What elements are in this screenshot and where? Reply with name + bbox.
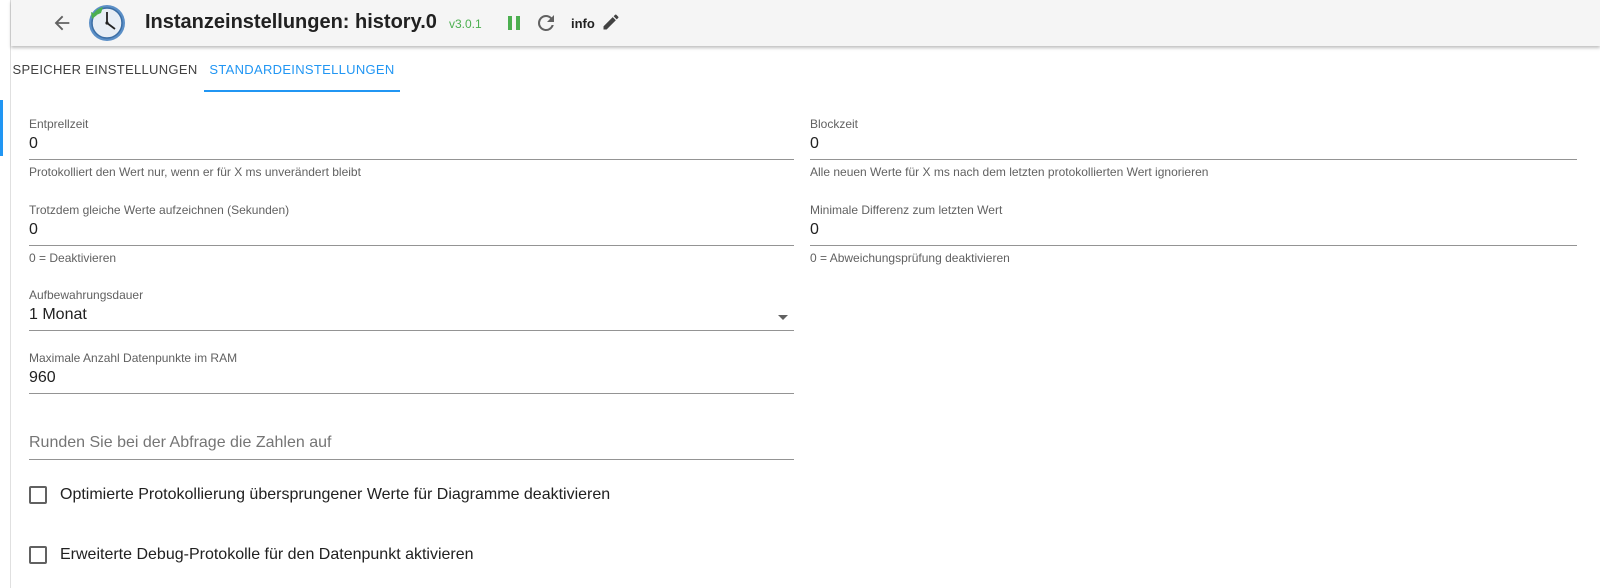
tab-default-settings[interactable]: STANDARDEINSTELLUNGEN (204, 46, 400, 92)
top-toolbar: Instanzeinstellungen: history.0 v3.0.1 i… (11, 0, 1600, 46)
checkbox-label: Erweiterte Debug-Protokolle für den Date… (60, 546, 474, 563)
reload-button[interactable] (534, 11, 558, 35)
debug-logs-checkbox[interactable] (29, 546, 47, 564)
field-label: Minimale Differenz zum letzten Wert (810, 203, 1003, 217)
field-label: Maximale Anzahl Datenpunkte im RAM (29, 351, 238, 365)
tab-storage-settings[interactable]: SPEICHER EINSTELLUNGEN (11, 46, 199, 92)
max-points-field[interactable]: Maximale Anzahl Datenpunkte im RAM 960 (29, 351, 794, 401)
field-underline (810, 245, 1577, 246)
field-underline (29, 245, 794, 246)
field-underline (29, 159, 794, 160)
field-placeholder[interactable]: Runden Sie bei der Abfrage die Zahlen au… (29, 434, 331, 452)
change-only-field[interactable]: Trotzdem gleiche Werte aufzeichnen (Seku… (29, 203, 794, 273)
page-title: Instanzeinstellungen: history.0 (145, 11, 437, 33)
tab-label: SPEICHER EINSTELLUNGEN (12, 61, 198, 77)
field-underline (29, 393, 794, 394)
settings-tabs: SPEICHER EINSTELLUNGEN STANDARDEINSTELLU… (11, 46, 1600, 92)
retention-select[interactable]: Aufbewahrungsdauer 1 Monat (29, 288, 794, 338)
tab-label: STANDARDEINSTELLUNGEN (209, 61, 395, 77)
field-label: Blockzeit (810, 117, 859, 131)
arrow-left-icon (54, 15, 70, 31)
history-clock-icon (87, 3, 127, 43)
field-underline (29, 459, 794, 460)
field-value[interactable]: 960 (29, 369, 56, 387)
field-value[interactable]: 0 (29, 221, 38, 239)
field-value[interactable]: 0 (810, 135, 819, 153)
field-helper: 0 = Deaktivieren (29, 251, 117, 265)
disable-skipped-values-checkbox[interactable] (29, 486, 47, 504)
min-diff-field[interactable]: Minimale Differenz zum letzten Wert 0 0 … (810, 203, 1577, 273)
blocktime-field[interactable]: Blockzeit 0 Alle neuen Werte für X ms na… (810, 117, 1577, 187)
disable-skipped-values-checkbox-row[interactable]: Optimierte Protokollierung übersprungene… (29, 486, 610, 504)
active-tab-indicator (204, 90, 400, 92)
field-underline (810, 159, 1577, 160)
field-value[interactable]: 0 (29, 135, 38, 153)
left-sidebar-strip (0, 0, 11, 588)
field-helper: Protokolliert den Wert nur, wenn er für … (29, 165, 361, 179)
field-helper: Alle neuen Werte für X ms nach dem letzt… (810, 165, 1209, 179)
debug-logs-checkbox-row[interactable]: Erweiterte Debug-Protokolle für den Date… (29, 546, 474, 564)
pencil-icon (603, 14, 619, 30)
round-field[interactable]: Runden Sie bei der Abfrage die Zahlen au… (29, 434, 794, 470)
field-label: Trotzdem gleiche Werte aufzeichnen (Seku… (29, 203, 290, 217)
dropdown-arrow-icon[interactable] (778, 315, 788, 320)
field-label: Entprellzeit (29, 117, 89, 131)
debounce-field[interactable]: Entprellzeit 0 Protokolliert den Wert nu… (29, 117, 794, 187)
field-helper: 0 = Abweichungsprüfung deaktivieren (810, 251, 1010, 265)
pause-button[interactable] (504, 13, 524, 33)
edit-button[interactable] (601, 12, 621, 32)
left-sidebar-active-marker (0, 100, 3, 156)
pause-icon (508, 16, 520, 30)
field-underline (29, 330, 794, 331)
reload-icon (538, 15, 554, 31)
field-value[interactable]: 0 (810, 221, 819, 239)
checkbox-label: Optimierte Protokollierung übersprungene… (60, 486, 611, 503)
select-value[interactable]: 1 Monat (29, 306, 87, 324)
back-button[interactable] (49, 10, 75, 36)
version-badge: v3.0.1 (449, 17, 482, 31)
info-label: info (571, 16, 595, 31)
field-label: Aufbewahrungsdauer (29, 288, 144, 302)
